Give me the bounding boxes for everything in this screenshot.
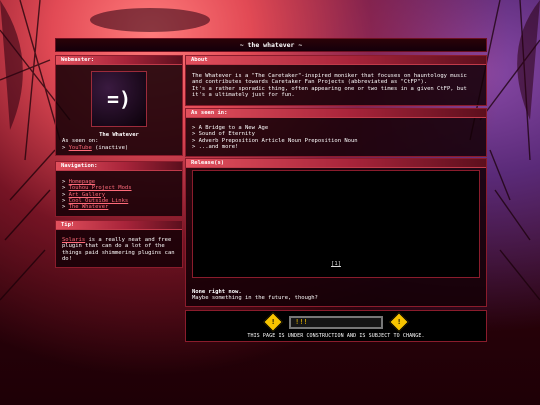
- youtube-line: > YouTube (inactive): [62, 145, 176, 151]
- nav-prefix: >: [62, 204, 69, 211]
- barrier-text: !!!: [295, 317, 308, 326]
- avatar-text: =): [106, 86, 132, 111]
- release-page-indicator[interactable]: [1]: [193, 261, 479, 267]
- youtube-link[interactable]: YouTube: [69, 145, 92, 151]
- warning-sign-right-icon: !: [389, 312, 409, 332]
- about-text-line1: The Whatever is a "The Caretaker"-inspir…: [192, 73, 467, 86]
- construction-notice: THIS PAGE IS UNDER CONSTRUCTION AND IS S…: [247, 333, 425, 339]
- warning-glyph: !: [270, 318, 276, 326]
- warning-sign-left-icon: !: [263, 312, 283, 332]
- construction-barrier-icon: !!!: [289, 315, 383, 329]
- about-text-line2: It's a rather sporadic thing, often appe…: [192, 85, 467, 98]
- release-viewer: [1]: [192, 170, 480, 278]
- tip-header: Tip!: [56, 221, 182, 230]
- tip-panel: Tip! Solaris is a really neat and free p…: [55, 220, 183, 268]
- nav-link-homepage[interactable]: Homepage: [69, 179, 96, 185]
- about-header: About: [186, 56, 486, 65]
- construction-footer: ! !!! ! THIS PAGE IS UNDER CONSTRUCTION …: [185, 310, 487, 342]
- construction-banner: ! !!! !: [263, 312, 409, 332]
- nav-link-touhou-mods[interactable]: Touhou Project Mods: [69, 185, 132, 191]
- navigation-header: Navigation:: [56, 162, 182, 171]
- webmaster-header: Webmaster:: [56, 56, 182, 65]
- solaris-link[interactable]: Solaris: [62, 237, 85, 243]
- nav-prefix: >: [62, 197, 69, 204]
- about-panel: About The Whatever is a "The Caretaker"-…: [185, 55, 487, 106]
- warning-glyph: !: [396, 318, 402, 326]
- nav-link-the-whatever[interactable]: The Whatever: [69, 204, 109, 210]
- releases-panel: Release(s) [1] None right now. Maybe som…: [185, 158, 487, 307]
- site-title: ~ the whatever ~: [239, 41, 303, 49]
- releases-maybe-text: Maybe something in the future, though?: [192, 295, 318, 302]
- youtube-suffix: (inactive): [91, 144, 129, 151]
- nav-prefix: >: [62, 191, 69, 198]
- nav-prefix: >: [62, 179, 69, 185]
- webmaster-panel: Webmaster: =) The Whatever As seen on: >…: [55, 55, 183, 156]
- navigation-panel: Navigation: > Homepage > Touhou Project …: [55, 161, 183, 217]
- seen-in-item: > ...and more!: [192, 143, 239, 150]
- avatar: =): [91, 71, 147, 127]
- youtube-prefix: >: [62, 144, 69, 151]
- nav-prefix: >: [62, 185, 69, 192]
- site-title-bar: ~ the whatever ~: [55, 38, 487, 52]
- nav-item-the-whatever[interactable]: > The Whatever: [62, 204, 176, 210]
- seen-in-header: As seen in:: [186, 109, 486, 118]
- releases-header: Release(s): [186, 159, 486, 168]
- nav-link-art-gallery[interactable]: Art Gallery: [69, 192, 105, 198]
- seen-in-panel: As seen in: > A Bridge to a New Age > So…: [185, 108, 487, 157]
- nav-link-outside-links[interactable]: Cool Outside Links: [69, 198, 129, 204]
